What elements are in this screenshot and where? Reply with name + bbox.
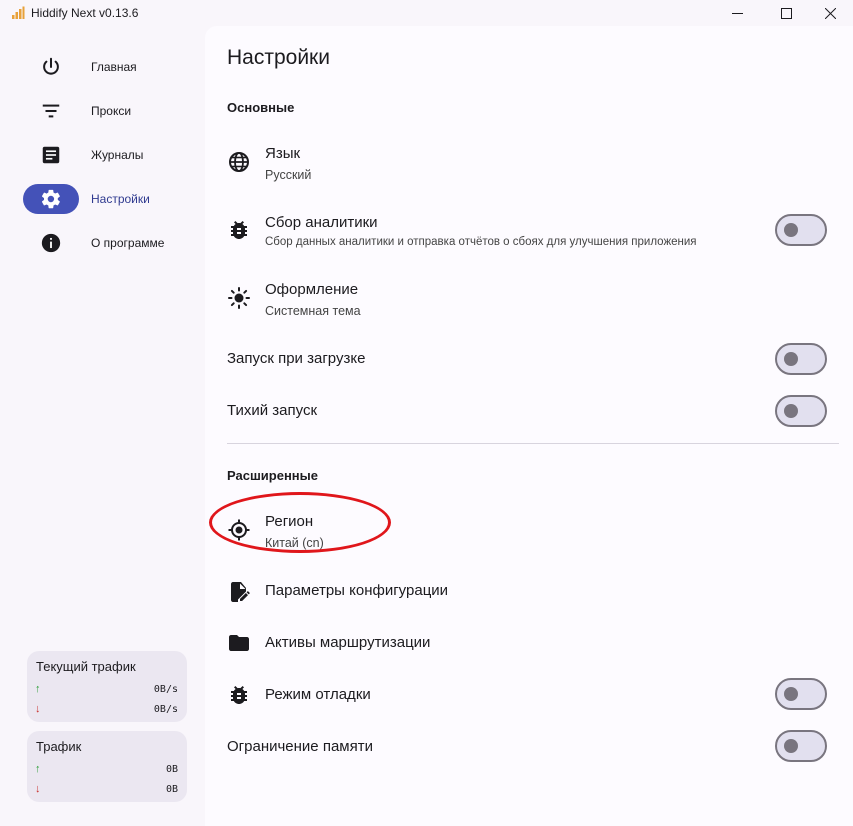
sidebar-item-home[interactable]: Главная xyxy=(23,52,191,82)
setting-config-options[interactable]: Параметры конфигурации xyxy=(205,569,853,615)
silent-start-toggle[interactable] xyxy=(775,395,827,427)
sidebar-item-proxies[interactable]: Прокси xyxy=(23,96,191,126)
setting-routing-assets-title: Активы маршрутизации xyxy=(265,634,431,651)
sidebar-item-about[interactable]: О программе xyxy=(23,228,191,258)
arrow-up-icon: ↑ xyxy=(35,763,41,775)
upload-value: 0B xyxy=(165,763,178,775)
close-button[interactable] xyxy=(807,0,853,26)
minimize-icon xyxy=(731,12,743,14)
setting-debug-mode-title: Режим отладки xyxy=(265,686,371,703)
highlight-circle xyxy=(209,492,391,553)
traffic-upload: ↑ 0B xyxy=(35,762,178,776)
current-traffic-title: Текущий трафик xyxy=(36,659,136,674)
setting-silent-start-title: Тихий запуск xyxy=(227,402,318,419)
setting-memory-limit[interactable]: Ограничение памяти xyxy=(205,724,853,770)
toggle-knob xyxy=(784,223,798,237)
setting-debug-mode[interactable]: Режим отладки xyxy=(205,672,853,718)
arrow-down-icon: ↓ xyxy=(35,703,41,715)
power-icon xyxy=(23,52,79,82)
current-traffic-download: ↓ 0B/s xyxy=(35,702,178,716)
info-icon xyxy=(23,228,79,258)
traffic-download: ↓ 0B xyxy=(35,782,178,796)
bug-icon xyxy=(227,683,251,707)
title-bar: Hiddify Next v0.13.6 xyxy=(0,0,853,26)
sidebar-item-label: Журналы xyxy=(91,148,144,162)
setting-routing-assets[interactable]: Активы маршрутизации xyxy=(205,621,853,667)
close-icon xyxy=(824,7,836,19)
setting-theme-value: Системная тема xyxy=(265,304,361,318)
sidebar-item-label: Прокси xyxy=(91,104,132,118)
app-logo-icon xyxy=(12,6,25,19)
sidebar-item-label: Главная xyxy=(91,60,137,74)
setting-config-options-title: Параметры конфигурации xyxy=(265,582,449,599)
autostart-toggle[interactable] xyxy=(775,343,827,375)
brightness-icon xyxy=(227,286,251,310)
page-title: Настройки xyxy=(227,46,330,69)
section-title-basic: Основные xyxy=(227,100,295,115)
toggle-knob xyxy=(784,352,798,366)
setting-analytics[interactable]: Сбор аналитики Сбор данных аналитики и о… xyxy=(205,204,853,256)
toggle-knob xyxy=(784,687,798,701)
settings-content: Настройки Основные Язык Русский Сбор ана… xyxy=(205,26,853,826)
filter-icon xyxy=(23,96,79,126)
bug-icon xyxy=(227,218,251,242)
setting-analytics-title: Сбор аналитики xyxy=(265,214,378,231)
arrow-down-icon: ↓ xyxy=(35,783,41,795)
window-title: Hiddify Next v0.13.6 xyxy=(31,6,139,20)
section-title-advanced: Расширенные xyxy=(227,468,318,483)
arrow-up-icon: ↑ xyxy=(35,683,41,695)
memory-limit-toggle[interactable] xyxy=(775,730,827,762)
sidebar-item-settings[interactable]: Настройки xyxy=(23,184,191,214)
setting-theme-title: Оформление xyxy=(265,281,359,298)
analytics-toggle[interactable] xyxy=(775,214,827,246)
traffic-card: Трафик ↑ 0B ↓ 0B xyxy=(27,731,187,802)
folder-icon xyxy=(227,631,251,655)
article-icon xyxy=(23,140,79,170)
sidebar-item-label: О программе xyxy=(91,236,165,250)
globe-icon xyxy=(227,150,251,174)
toggle-knob xyxy=(784,739,798,753)
section-divider xyxy=(227,443,839,444)
maximize-icon xyxy=(780,7,792,19)
gear-icon xyxy=(23,184,79,214)
download-value: 0B xyxy=(165,783,178,795)
traffic-title: Трафик xyxy=(36,739,82,754)
sidebar-item-logs[interactable]: Журналы xyxy=(23,140,191,170)
debug-mode-toggle[interactable] xyxy=(775,678,827,710)
toggle-knob xyxy=(784,404,798,418)
setting-theme[interactable]: Оформление Системная тема xyxy=(205,270,853,328)
setting-language-title: Язык xyxy=(265,145,301,162)
edit-document-icon xyxy=(227,580,251,604)
sidebar: Главная Прокси Журналы Настройки О прогр… xyxy=(0,26,201,826)
setting-silent-start[interactable]: Тихий запуск xyxy=(205,388,853,434)
sidebar-item-label: Настройки xyxy=(91,192,150,206)
setting-language[interactable]: Язык Русский xyxy=(205,134,853,192)
maximize-button[interactable] xyxy=(763,0,809,26)
setting-language-value: Русский xyxy=(265,168,312,182)
setting-analytics-subtitle: Сбор данных аналитики и отправка отчётов… xyxy=(265,236,697,248)
current-upload-value: 0B/s xyxy=(153,683,178,695)
minimize-button[interactable] xyxy=(714,0,760,26)
current-traffic-card: Текущий трафик ↑ 0B/s ↓ 0B/s xyxy=(27,651,187,722)
setting-autostart-title: Запуск при загрузке xyxy=(227,350,366,367)
setting-autostart[interactable]: Запуск при загрузке xyxy=(205,336,853,382)
current-traffic-upload: ↑ 0B/s xyxy=(35,682,178,696)
setting-memory-limit-title: Ограничение памяти xyxy=(227,738,373,755)
current-download-value: 0B/s xyxy=(153,703,178,715)
